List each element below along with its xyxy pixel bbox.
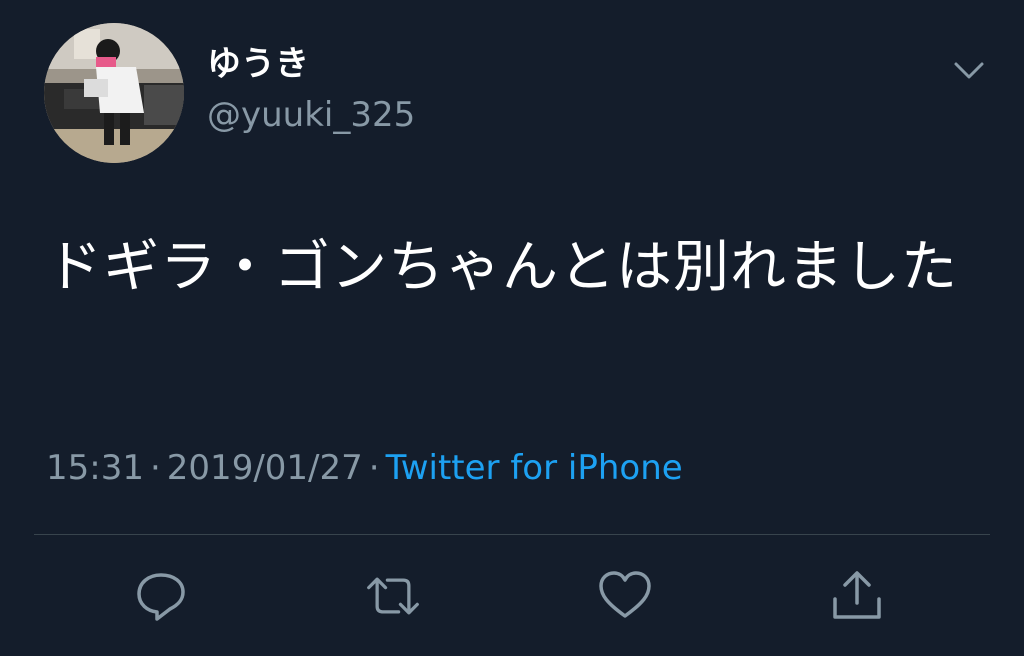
avatar-photo	[44, 23, 184, 163]
tweet-time: 15:31	[46, 448, 144, 488]
tweet-date: 2019/01/27	[166, 448, 363, 488]
meta-separator: ·	[368, 448, 380, 488]
heart-icon	[599, 571, 651, 618]
tweet-source-link[interactable]: Twitter for iPhone	[386, 448, 683, 488]
retweet-icon	[367, 577, 419, 615]
reply-button[interactable]	[133, 568, 189, 624]
like-button[interactable]	[597, 568, 653, 624]
reply-icon	[137, 573, 185, 621]
tweet-text: ドギラ・ゴンちゃんとは別れました	[46, 235, 958, 300]
user-handle[interactable]: @yuuki_325	[207, 93, 415, 137]
tweet-card: ゆうき @yuuki_325 ドギラ・ゴンちゃんとは別れました 15:31 · 20…	[0, 0, 1024, 656]
divider	[34, 534, 990, 535]
share-icon	[833, 571, 881, 619]
meta-separator: ·	[149, 448, 161, 488]
avatar[interactable]	[44, 23, 184, 163]
chevron-down-icon[interactable]	[948, 55, 990, 85]
tweet-meta: 15:31 · 2019/01/27 · Twitter for iPhone	[46, 446, 683, 490]
share-button[interactable]	[829, 568, 885, 624]
display-name[interactable]: ゆうき	[207, 42, 309, 86]
retweet-button[interactable]	[365, 568, 421, 624]
